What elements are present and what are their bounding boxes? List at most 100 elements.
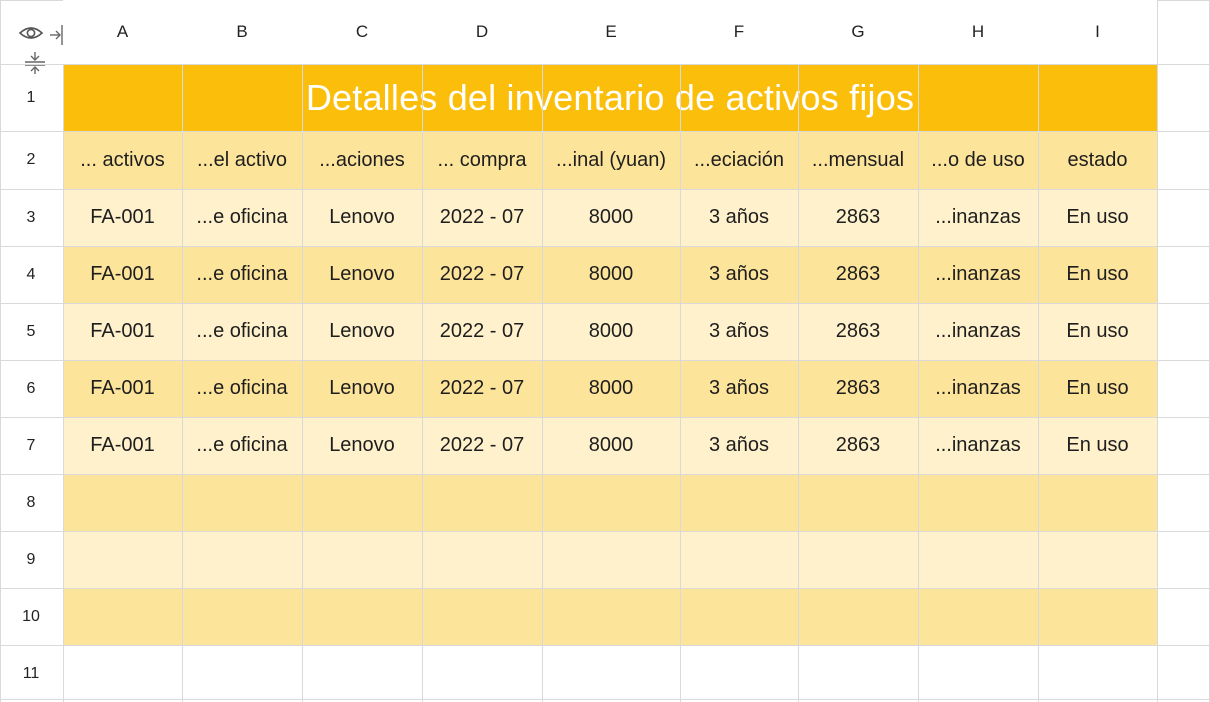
header-cell[interactable]: ...aciones (302, 131, 422, 189)
grid-line (422, 0, 423, 702)
data-cell[interactable]: 8000 (542, 360, 680, 417)
row-header[interactable]: 11 (0, 645, 62, 702)
grid-line (182, 0, 183, 702)
data-cell[interactable]: Lenovo (302, 303, 422, 360)
data-cell[interactable]: 2863 (798, 417, 918, 474)
grid-line (918, 0, 919, 702)
row-header[interactable]: 10 (0, 588, 62, 645)
data-cell[interactable]: 2022 - 07 (422, 303, 542, 360)
row-band (63, 588, 1157, 645)
data-cell[interactable]: ...inanzas (918, 189, 1038, 246)
data-cell[interactable]: FA-001 (63, 189, 182, 246)
grid-line (1157, 0, 1158, 702)
grid-line (542, 0, 543, 702)
grid-line (0, 645, 1210, 646)
data-cell[interactable]: 3 años (680, 303, 798, 360)
data-cell[interactable]: ...e oficina (182, 360, 302, 417)
grid-line (0, 588, 1210, 589)
row-header[interactable]: 4 (0, 246, 62, 303)
grid-line (798, 0, 799, 702)
data-cell[interactable]: En uso (1038, 303, 1157, 360)
header-cell[interactable]: ... compra (422, 131, 542, 189)
spreadsheet: Detalles del inventario de activos fijos… (0, 0, 1210, 702)
data-cell[interactable]: En uso (1038, 246, 1157, 303)
data-cell[interactable]: En uso (1038, 360, 1157, 417)
data-cell[interactable]: 2863 (798, 303, 918, 360)
data-cell[interactable]: ...inanzas (918, 246, 1038, 303)
data-cell[interactable]: FA-001 (63, 246, 182, 303)
row-header[interactable]: 2 (0, 131, 62, 189)
data-cell[interactable]: ...e oficina (182, 417, 302, 474)
grid-line (0, 131, 1210, 132)
data-cell[interactable]: Lenovo (302, 417, 422, 474)
data-cell[interactable]: 3 años (680, 189, 798, 246)
data-cell[interactable]: 8000 (542, 417, 680, 474)
column-header[interactable]: D (422, 0, 542, 64)
row-header[interactable]: 6 (0, 360, 62, 417)
header-cell[interactable]: ... activos (63, 131, 182, 189)
column-header[interactable]: A (63, 0, 182, 64)
data-cell[interactable]: 8000 (542, 303, 680, 360)
row-header[interactable]: 3 (0, 189, 62, 246)
data-cell[interactable]: 2863 (798, 360, 918, 417)
data-cell[interactable]: ...inanzas (918, 303, 1038, 360)
header-cell[interactable]: estado (1038, 131, 1157, 189)
row-header[interactable]: 1 (0, 64, 62, 131)
data-cell[interactable]: Lenovo (302, 189, 422, 246)
header-cell[interactable]: ...el activo (182, 131, 302, 189)
row-header[interactable]: 7 (0, 417, 62, 474)
data-cell[interactable]: FA-001 (63, 360, 182, 417)
data-cell[interactable]: ...e oficina (182, 303, 302, 360)
header-cell[interactable]: ...o de uso (918, 131, 1038, 189)
column-header[interactable]: B (182, 0, 302, 64)
data-cell[interactable]: Lenovo (302, 360, 422, 417)
data-cell[interactable]: 3 años (680, 417, 798, 474)
data-cell[interactable]: En uso (1038, 417, 1157, 474)
data-cell[interactable]: 2863 (798, 189, 918, 246)
row-header[interactable]: 5 (0, 303, 62, 360)
data-cell[interactable]: 3 años (680, 246, 798, 303)
column-header[interactable]: E (542, 0, 680, 64)
row-header[interactable]: 8 (0, 474, 62, 531)
column-header[interactable]: H (918, 0, 1038, 64)
grid-line (0, 417, 1210, 418)
data-cell[interactable]: Lenovo (302, 246, 422, 303)
grid-line (680, 0, 681, 702)
column-header[interactable]: I (1038, 0, 1157, 64)
data-cell[interactable]: 2022 - 07 (422, 360, 542, 417)
data-cell[interactable]: FA-001 (63, 417, 182, 474)
grid-line (0, 699, 1210, 700)
data-cell[interactable]: ...inanzas (918, 417, 1038, 474)
data-cell[interactable]: 8000 (542, 246, 680, 303)
data-cell[interactable]: ...e oficina (182, 246, 302, 303)
data-cell[interactable]: ...e oficina (182, 189, 302, 246)
row-band (63, 531, 1157, 588)
grid-line (0, 246, 1210, 247)
data-cell[interactable]: 2863 (798, 246, 918, 303)
row-header[interactable]: 9 (0, 531, 62, 588)
row-band (63, 474, 1157, 531)
header-cell[interactable]: ...mensual (798, 131, 918, 189)
header-cell[interactable]: ...inal (yuan) (542, 131, 680, 189)
data-cell[interactable]: 2022 - 07 (422, 417, 542, 474)
sheet-title[interactable]: Detalles del inventario de activos fijos (63, 64, 1157, 131)
data-cell[interactable]: 3 años (680, 360, 798, 417)
data-cell[interactable]: FA-001 (63, 303, 182, 360)
eye-icon[interactable] (18, 24, 44, 42)
grid-line (63, 0, 64, 702)
column-header[interactable]: G (798, 0, 918, 64)
column-header[interactable]: F (680, 0, 798, 64)
grid-line (1038, 0, 1039, 702)
data-cell[interactable]: 2022 - 07 (422, 189, 542, 246)
data-cell[interactable]: 8000 (542, 189, 680, 246)
data-cell[interactable]: 2022 - 07 (422, 246, 542, 303)
grid-line (0, 64, 1210, 65)
column-header[interactable]: C (302, 0, 422, 64)
header-cell[interactable]: ...eciación (680, 131, 798, 189)
grid-line (302, 0, 303, 702)
data-cell[interactable]: ...inanzas (918, 360, 1038, 417)
grid-line (0, 531, 1210, 532)
grid-line (0, 189, 1210, 190)
grid-line (0, 360, 1210, 361)
data-cell[interactable]: En uso (1038, 189, 1157, 246)
